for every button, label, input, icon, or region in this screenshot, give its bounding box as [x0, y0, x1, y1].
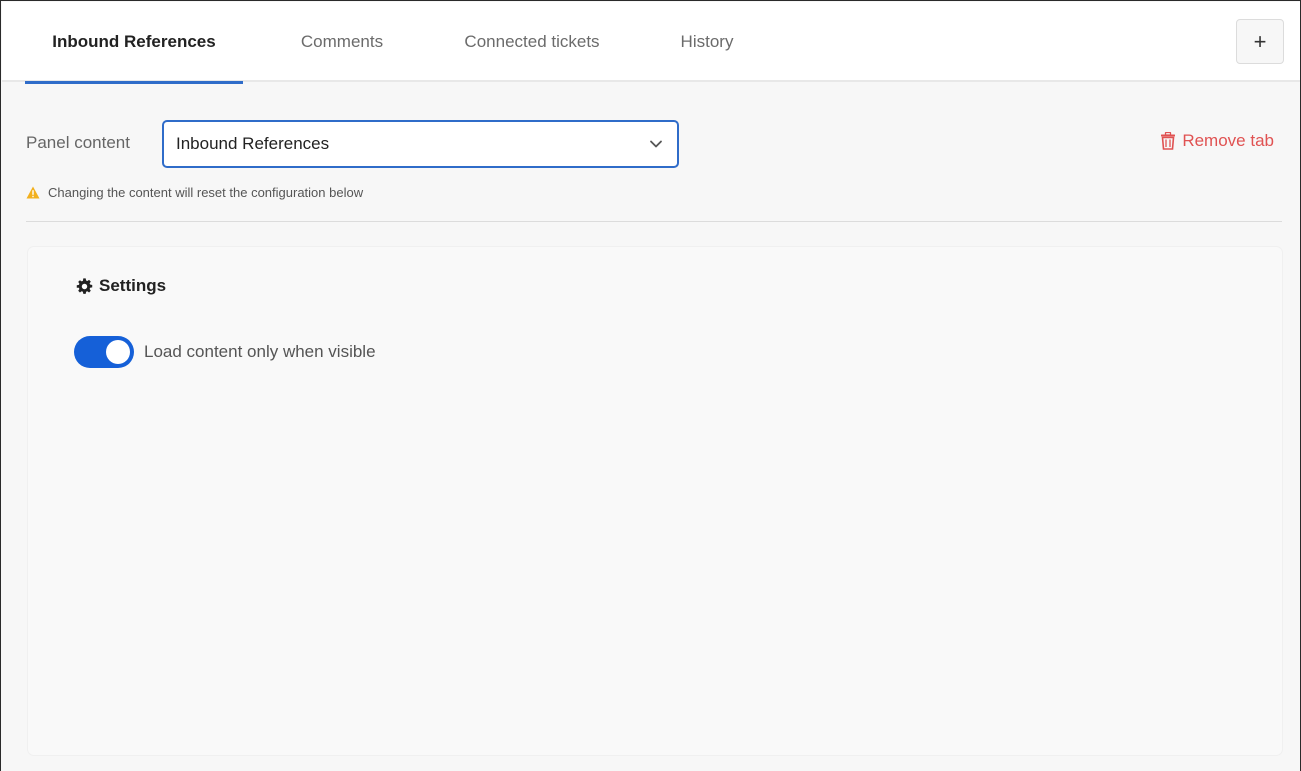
warning-icon [26, 186, 40, 199]
load-visible-toggle-row[interactable]: Load content only when visible [74, 336, 376, 368]
tab-label: History [680, 32, 734, 51]
tab-history[interactable]: History [662, 2, 752, 82]
remove-tab-label: Remove tab [1182, 131, 1274, 150]
gear-icon [76, 277, 93, 294]
plus-icon: + [1253, 28, 1267, 54]
tab-comments[interactable]: Comments [282, 2, 402, 82]
tab-label: Inbound References [52, 32, 216, 51]
settings-card [28, 247, 1282, 755]
panel-content-select[interactable]: Inbound References [162, 120, 679, 168]
tab-bar: Inbound References Comments Connected ti… [2, 2, 1300, 84]
toggle-label: Load content only when visible [144, 342, 376, 361]
tab-inbound-references[interactable]: Inbound References [25, 2, 243, 84]
settings-heading: Settings [76, 276, 166, 296]
chevron-down-icon [650, 140, 662, 148]
panel-content-label: Panel content [26, 133, 130, 152]
tab-connected-tickets[interactable]: Connected tickets [438, 2, 626, 82]
add-tab-button[interactable]: + [1236, 19, 1284, 64]
tab-configuration-panel: Inbound References Comments Connected ti… [0, 0, 1301, 771]
settings-title: Settings [99, 276, 167, 295]
toggle-knob [106, 340, 130, 364]
panel-content-value: Inbound References [176, 134, 330, 153]
tab-label: Comments [300, 32, 384, 51]
remove-tab-button[interactable]: Remove tab [1160, 131, 1274, 151]
reset-warning: Changing the content will reset the conf… [26, 185, 363, 200]
tab-label: Connected tickets [464, 32, 600, 51]
divider [26, 221, 1282, 222]
warning-text: Changing the content will reset the conf… [48, 185, 364, 200]
load-visible-toggle[interactable] [74, 336, 134, 368]
trash-icon [1161, 132, 1176, 150]
